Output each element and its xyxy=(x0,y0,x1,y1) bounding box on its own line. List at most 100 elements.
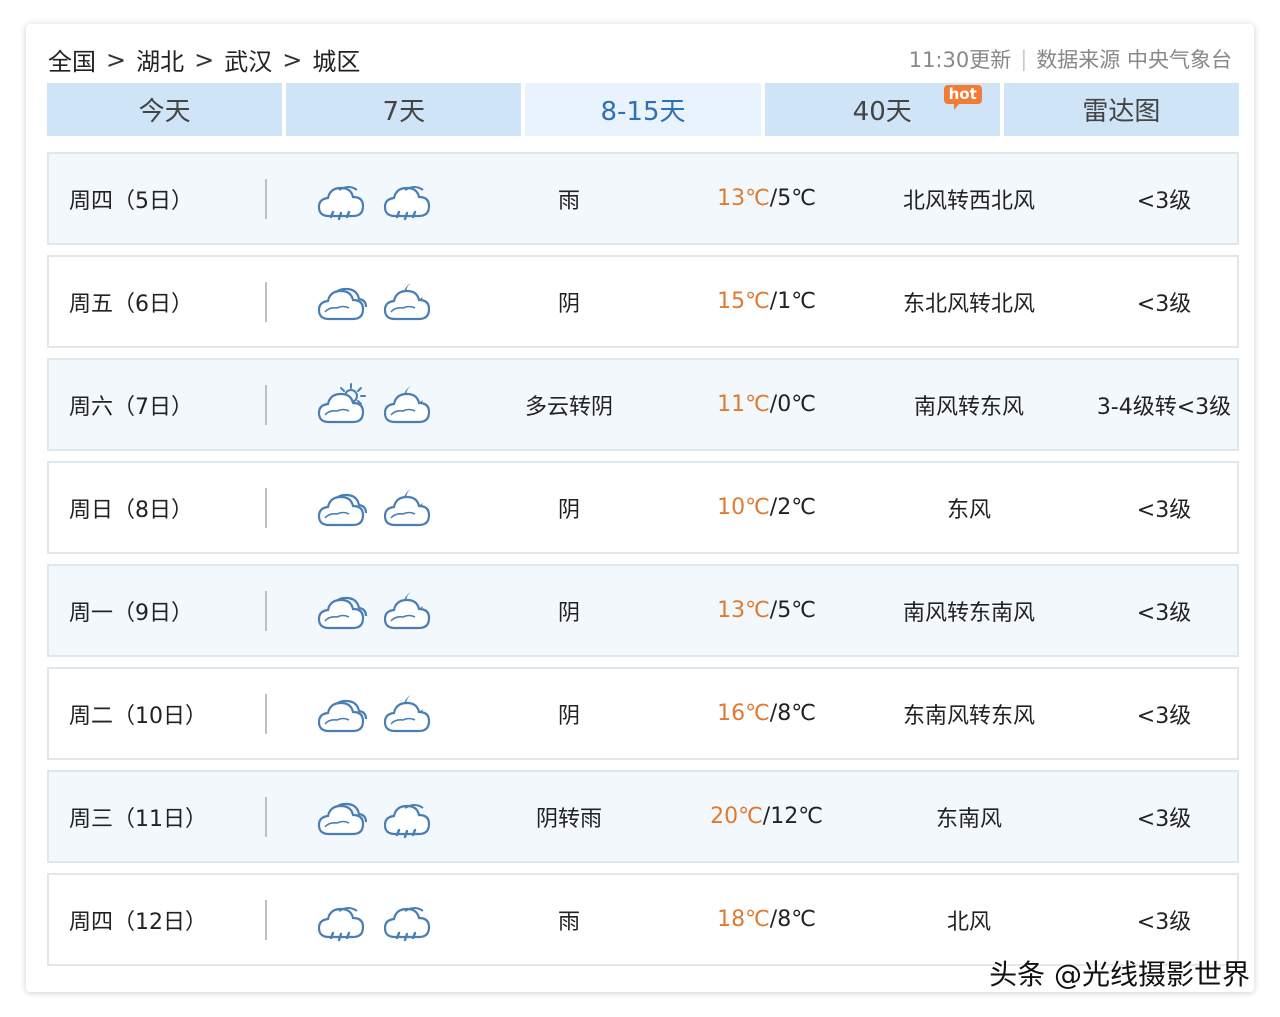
day-label: 周三（11日） xyxy=(69,806,207,832)
breadcrumb-item-province[interactable]: 湖北 xyxy=(136,42,184,77)
low-temp: /2℃ xyxy=(769,495,816,520)
partly-cloudy-day-icon xyxy=(315,382,369,428)
temperature: 20℃/12℃ xyxy=(689,772,844,861)
overcast-icon xyxy=(315,588,369,634)
forecast-row: 周四（5日） 雨 13℃/5℃ 北风转西北风 <3级 xyxy=(47,152,1239,245)
wind-level: <3级 xyxy=(1136,806,1192,832)
high-temp: 20℃ xyxy=(710,804,763,829)
weather-icons xyxy=(315,875,445,964)
weather-text: 雨 xyxy=(557,188,580,214)
rain-icon xyxy=(315,176,369,222)
column-divider xyxy=(265,154,267,243)
tab-40-days[interactable]: 40天 hot xyxy=(764,83,1000,136)
day-label: 周日（8日） xyxy=(69,497,193,523)
forecast-row: 周五（6日） 阴 15℃/1℃ 东北风转北风 <3级 xyxy=(47,255,1239,348)
wind-direction: 东南风 xyxy=(935,806,1002,832)
wind-direction: 北风转西北风 xyxy=(902,188,1035,214)
column-divider xyxy=(265,257,267,346)
weather-icons xyxy=(315,463,445,552)
tab-label: 7天 xyxy=(382,97,426,127)
rain-icon xyxy=(381,794,435,840)
temperature: 13℃/5℃ xyxy=(689,154,844,243)
low-temp: /0℃ xyxy=(769,392,816,417)
breadcrumb-item-country[interactable]: 全国 xyxy=(48,42,96,77)
weather-icons xyxy=(315,360,445,449)
tab-7-days[interactable]: 7天 xyxy=(286,83,522,136)
temperature: 10℃/2℃ xyxy=(689,463,844,552)
low-temp: /5℃ xyxy=(769,186,816,211)
tab-radar[interactable]: 雷达图 xyxy=(1003,83,1240,136)
high-temp: 13℃ xyxy=(717,186,770,211)
wind-direction: 东南风转东风 xyxy=(902,703,1035,729)
tab-label: 8-15天 xyxy=(600,97,686,127)
temperature: 15℃/1℃ xyxy=(689,257,844,346)
high-temp: 18℃ xyxy=(717,907,770,932)
overcast-icon xyxy=(315,794,369,840)
wind-level: 3-4级转<3级 xyxy=(1096,394,1232,420)
tab-label: 今天 xyxy=(138,97,191,127)
day-label: 周五（6日） xyxy=(69,291,193,317)
high-temp: 15℃ xyxy=(717,289,770,314)
meta-divider: | xyxy=(1020,47,1028,71)
forecast-row: 周日（8日） 阴 10℃/2℃ 东风 <3级 xyxy=(47,461,1239,554)
forecast-list: 周四（5日） 雨 13℃/5℃ 北风转西北风 <3级 周五（6日） 阴 15℃ /… xyxy=(47,152,1239,976)
update-time: 11:30更新 xyxy=(908,48,1012,72)
tab-8-15-days[interactable]: 8-15天 xyxy=(525,83,761,136)
forecast-row: 周三（11日） 阴转雨 20℃/12℃ 东南风 <3级 xyxy=(47,770,1239,863)
low-temp: /5℃ xyxy=(769,598,816,623)
watermark: 头条 @光线摄影世界 xyxy=(989,958,1250,991)
day-label: 周四（5日） xyxy=(69,188,193,214)
rain-icon xyxy=(381,176,435,222)
temperature: 18℃/8℃ xyxy=(689,875,844,964)
wind-level: <3级 xyxy=(1136,600,1192,626)
day-label: 周四（12日） xyxy=(69,909,207,935)
column-divider xyxy=(265,360,267,449)
forecast-tabs: 今天 7天 8-15天 40天 hot 雷达图 xyxy=(47,83,1240,136)
cloudy-night-icon xyxy=(381,382,435,428)
wind-direction: 南风转东风 xyxy=(913,394,1024,420)
rain-icon xyxy=(381,897,435,943)
weather-text: 多云转阴 xyxy=(524,394,613,420)
low-temp: /12℃ xyxy=(762,804,823,829)
weather-icons xyxy=(315,772,445,861)
temperature: 16℃/8℃ xyxy=(689,669,844,758)
weather-text: 阴 xyxy=(557,291,580,317)
tab-today[interactable]: 今天 xyxy=(47,83,283,136)
weather-text: 阴 xyxy=(557,497,580,523)
breadcrumb-separator: > xyxy=(194,45,215,74)
column-divider xyxy=(265,772,267,861)
hot-badge: hot xyxy=(943,85,982,110)
breadcrumb-item-city[interactable]: 武汉 xyxy=(224,42,272,77)
temperature: 13℃/5℃ xyxy=(689,566,844,655)
high-temp: 16℃ xyxy=(717,701,770,726)
tab-label: 雷达图 xyxy=(1082,97,1161,127)
high-temp: 10℃ xyxy=(717,495,770,520)
wind-direction: 南风转东南风 xyxy=(902,600,1035,626)
header: 全国 > 湖北 > 武汉 > 城区 11:30更新 | 数据来源 中央气象台 xyxy=(48,42,1232,77)
low-temp: /1℃ xyxy=(769,289,816,314)
low-temp: /8℃ xyxy=(769,907,816,932)
day-label: 周二（10日） xyxy=(69,703,207,729)
breadcrumb-separator: > xyxy=(282,45,303,74)
weather-text: 阴转雨 xyxy=(535,806,602,832)
low-temp: /8℃ xyxy=(769,701,816,726)
breadcrumb-item-district: 城区 xyxy=(312,48,361,76)
wind-level: <3级 xyxy=(1136,909,1192,935)
data-source: 数据来源 中央气象台 xyxy=(1036,48,1232,72)
weather-icons xyxy=(315,154,445,243)
update-info: 11:30更新 | 数据来源 中央气象台 xyxy=(909,44,1232,74)
breadcrumb-separator: > xyxy=(106,45,127,74)
wind-direction: 北风 xyxy=(946,909,991,935)
forecast-row: 周六（7日） 多云转阴 11℃/0℃ 南风转东风 3-4级转<3级 xyxy=(47,358,1239,451)
high-temp: 13℃ xyxy=(717,598,770,623)
day-label: 周一（9日） xyxy=(69,600,193,626)
wind-level: <3级 xyxy=(1136,703,1192,729)
wind-direction: 东北风转北风 xyxy=(902,291,1035,317)
cloudy-night-icon xyxy=(381,691,435,737)
cloudy-night-icon xyxy=(381,279,435,325)
weather-icons xyxy=(315,669,445,758)
high-temp: 11℃ xyxy=(717,392,770,417)
temperature: 11℃/0℃ xyxy=(689,360,844,449)
column-divider xyxy=(265,566,267,655)
forecast-row: 周二（10日） 阴 16℃/8℃ 东南风转东风 <3级 xyxy=(47,667,1239,760)
